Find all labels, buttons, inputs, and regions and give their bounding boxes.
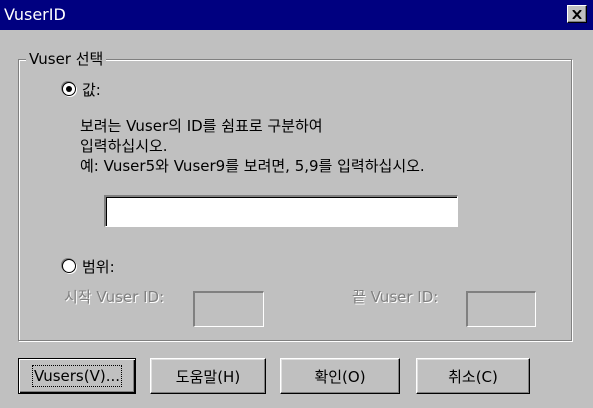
ok-button-label: 확인(O) bbox=[314, 367, 366, 386]
start-vuser-id-input[interactable] bbox=[193, 291, 264, 327]
value-radio-option[interactable]: 값: bbox=[62, 78, 101, 100]
cancel-button-label: 취소(C) bbox=[448, 367, 498, 386]
close-icon bbox=[572, 9, 582, 19]
help-button-label: 도움말(H) bbox=[175, 367, 241, 386]
close-button[interactable] bbox=[567, 5, 587, 23]
vusers-button[interactable]: Vusers(V)... bbox=[18, 358, 136, 394]
cancel-button[interactable]: 취소(C) bbox=[416, 358, 530, 394]
instruction-line-3: 예: Vuser5와 Vuser9를 보려면, 5,9를 입력하십시오. bbox=[80, 157, 425, 175]
group-legend: Vuser 선택 bbox=[26, 49, 107, 69]
instruction-line-1: 보려는 Vuser의 ID를 쉼표로 구분하여 bbox=[80, 117, 323, 135]
ok-button[interactable]: 확인(O) bbox=[280, 358, 400, 394]
instruction-line-2: 입력하십시오. bbox=[80, 137, 168, 155]
range-radio-button[interactable] bbox=[62, 259, 76, 273]
end-vuser-id-input[interactable] bbox=[466, 291, 536, 327]
value-radio-label: 값: bbox=[82, 80, 101, 99]
end-vuser-id-label: 끝 Vuser ID: bbox=[352, 288, 439, 306]
range-radio-label: 범위: bbox=[82, 257, 115, 276]
title-bar: VuserID bbox=[0, 0, 593, 30]
range-radio-option[interactable]: 범위: bbox=[62, 255, 115, 277]
start-vuser-id-label: 시작 Vuser ID: bbox=[64, 288, 165, 306]
vuser-id-input[interactable] bbox=[104, 195, 458, 227]
value-radio-button[interactable] bbox=[62, 82, 76, 96]
window-title: VuserID bbox=[4, 5, 66, 24]
vusers-button-label: Vusers(V)... bbox=[31, 365, 123, 387]
help-button[interactable]: 도움말(H) bbox=[150, 358, 266, 394]
